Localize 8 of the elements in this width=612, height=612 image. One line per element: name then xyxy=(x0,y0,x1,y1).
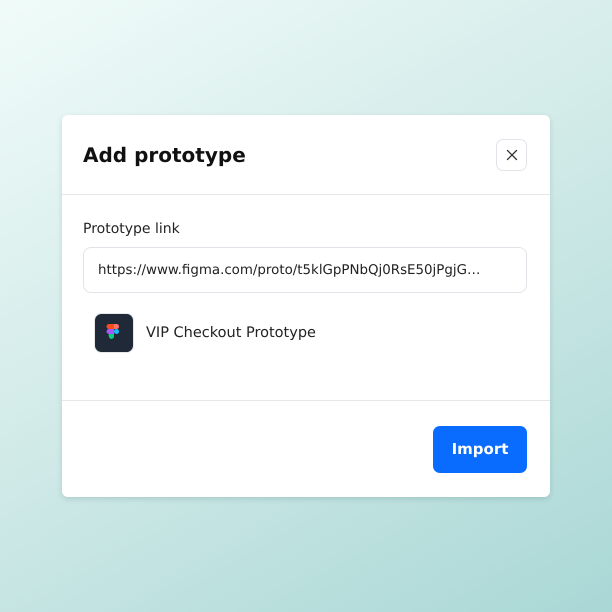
file-name: VIP Checkout Prototype xyxy=(146,325,316,341)
app-logo-icon xyxy=(94,313,134,353)
import-button[interactable]: Import xyxy=(433,426,527,472)
close-icon xyxy=(506,148,518,160)
field-label: Prototype link xyxy=(83,221,181,237)
close-button[interactable] xyxy=(496,138,527,170)
link-field[interactable]: https://www.figma.com/proto/t5klGpPNbQj0RsE50jPgjG… xyxy=(83,247,527,293)
dialog-title: Add prototype xyxy=(83,142,246,166)
